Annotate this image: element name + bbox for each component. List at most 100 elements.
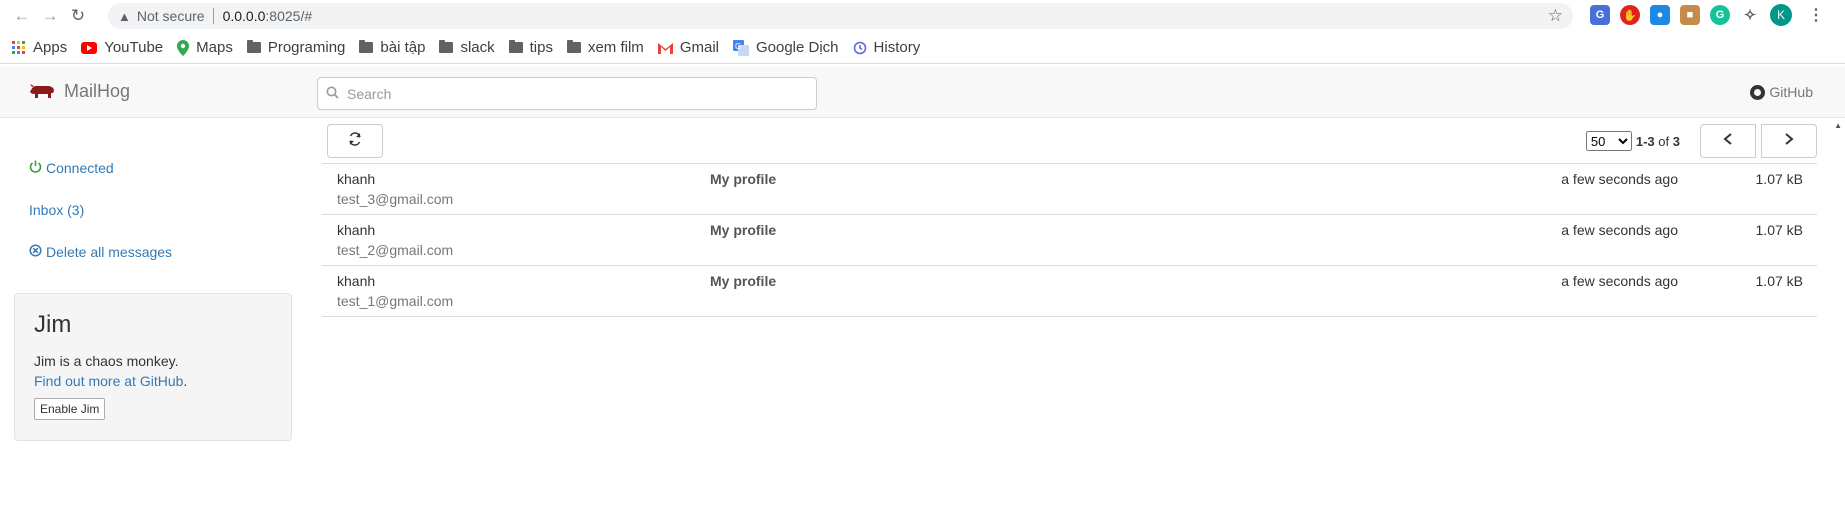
search-box[interactable]	[317, 77, 817, 110]
bookmark-label: bài tập	[380, 39, 426, 56]
message-email: test_1@gmail.com	[337, 293, 454, 309]
bookmark-apps[interactable]: Apps	[12, 39, 67, 56]
forward-arrow-icon[interactable]: →	[36, 2, 64, 30]
adblock-extension-icon[interactable]: ✋	[1620, 5, 1640, 25]
refresh-icon	[348, 131, 362, 151]
youtube-icon	[81, 41, 98, 54]
mailhog-navbar: MailHog GitHub	[0, 67, 1845, 118]
bookmark-maps[interactable]: Maps	[177, 39, 233, 56]
message-size: 1.07 kB	[1755, 273, 1803, 289]
bookmark-xem-film[interactable]: xem film	[566, 39, 644, 56]
bookmark-history[interactable]: History	[853, 39, 921, 56]
bookmark-star-icon[interactable]: ☆	[1548, 6, 1563, 26]
scroll-up-arrow-icon[interactable]: ▲	[1834, 121, 1842, 130]
browser-menu-icon[interactable]: ⋮	[1808, 5, 1824, 25]
previous-page-button[interactable]	[1700, 124, 1756, 158]
message-size: 1.07 kB	[1755, 222, 1803, 238]
inbox-label: Inbox (3)	[29, 202, 85, 218]
apps-grid-icon	[12, 40, 26, 55]
history-icon	[853, 41, 867, 55]
browser-toolbar: ← → ↻ ▲ Not secure 0.0.0.0:8025/# ☆ G ✋ …	[0, 0, 1845, 32]
bookmark-tips[interactable]: tips	[508, 39, 553, 56]
message-from: khanh	[337, 273, 376, 289]
translate-extension-icon[interactable]: G	[1590, 5, 1610, 25]
message-row[interactable]: khanh test_3@gmail.com My profile a few …	[322, 164, 1817, 215]
message-time: a few seconds ago	[1561, 222, 1678, 238]
gmail-icon	[657, 42, 673, 54]
range-of: of	[1658, 133, 1670, 149]
bookmark-label: xem film	[587, 39, 644, 56]
folder-icon	[508, 40, 523, 53]
bookmark-programing[interactable]: Programing	[246, 39, 346, 56]
bookmark-slack[interactable]: slack	[439, 39, 495, 56]
bookmark-label: YouTube	[104, 39, 164, 56]
dropper-extension-icon[interactable]: ●	[1650, 5, 1670, 25]
grammarly-extension-icon[interactable]: G	[1710, 5, 1730, 25]
bookmark-bai-tap[interactable]: bài tập	[359, 39, 425, 56]
message-list: khanh test_3@gmail.com My profile a few …	[322, 163, 1817, 317]
bookmark-label: Apps	[33, 39, 68, 56]
bookmark-label: Maps	[196, 39, 233, 56]
brand[interactable]: MailHog	[29, 81, 130, 102]
jim-github-link[interactable]: Find out more at GitHub	[34, 373, 183, 389]
divider	[212, 8, 214, 24]
chevron-left-icon	[1723, 132, 1733, 150]
refresh-button[interactable]	[327, 124, 383, 158]
inbox-link[interactable]: Inbox (3)	[29, 202, 84, 218]
github-icon	[1750, 84, 1766, 100]
google-translate-icon: G	[732, 39, 749, 56]
message-time: a few seconds ago	[1561, 171, 1678, 187]
bookmark-label: slack	[460, 39, 495, 56]
delete-all-label: Delete all messages	[46, 244, 173, 260]
next-page-button[interactable]	[1761, 124, 1817, 158]
delete-all-link[interactable]: Delete all messages	[29, 244, 172, 260]
url-host: 0.0.0.0	[222, 8, 266, 24]
enable-jim-button[interactable]: Enable Jim	[34, 398, 106, 420]
mailhog-logo-icon	[30, 83, 54, 98]
bookmark-google-dich[interactable]: G Google Dịch	[732, 39, 839, 56]
message-size: 1.07 kB	[1755, 171, 1803, 187]
chevron-right-icon	[1784, 132, 1794, 150]
jim-title: Jim	[34, 311, 72, 338]
folder-icon	[439, 40, 454, 53]
extensions-area: G ✋ ● ■ G ✧ K ⋮	[1590, 4, 1824, 26]
bookmark-youtube[interactable]: YouTube	[81, 39, 163, 56]
svg-text:G: G	[735, 42, 741, 51]
message-email: test_2@gmail.com	[337, 242, 454, 258]
bookmarks-bar: Apps YouTube Maps Programing bài tập sla…	[0, 32, 1845, 64]
bookmark-label: History	[873, 39, 921, 56]
message-subject: My profile	[710, 171, 777, 187]
search-input[interactable]	[347, 85, 807, 102]
pagination: 50 1-3 of 3	[1585, 124, 1817, 158]
back-arrow-icon[interactable]: ←	[8, 2, 36, 30]
puzzle-extensions-icon[interactable]: ✧	[1740, 5, 1760, 25]
github-link[interactable]: GitHub	[1750, 84, 1813, 100]
page-range: 1-3 of 3	[1636, 134, 1680, 149]
bookmark-gmail[interactable]: Gmail	[657, 39, 719, 56]
character-extension-icon[interactable]: ■	[1680, 5, 1700, 25]
folder-icon	[246, 40, 261, 53]
profile-avatar[interactable]: K	[1770, 4, 1792, 26]
range-value: 1-3	[1635, 133, 1655, 149]
jim-panel: Jim Jim is a chaos monkey. Find out more…	[14, 293, 292, 441]
message-toolbar: 50 1-3 of 3	[327, 124, 1817, 162]
address-bar[interactable]: ▲ Not secure 0.0.0.0:8025/# ☆	[108, 3, 1573, 29]
bookmark-label: Programing	[267, 39, 346, 56]
message-row[interactable]: khanh test_1@gmail.com My profile a few …	[322, 266, 1817, 317]
search-icon	[326, 86, 339, 102]
bookmark-label: Gmail	[679, 39, 719, 56]
folder-icon	[359, 40, 374, 53]
page-size-select[interactable]: 50	[1585, 131, 1632, 151]
warning-icon: ▲	[118, 8, 131, 24]
maps-icon	[177, 39, 190, 56]
remove-circle-icon	[29, 244, 42, 260]
message-subject: My profile	[710, 222, 777, 238]
message-row[interactable]: khanh test_2@gmail.com My profile a few …	[322, 215, 1817, 266]
folder-icon	[566, 40, 581, 53]
bookmark-label: tips	[529, 39, 553, 56]
github-label: GitHub	[1769, 84, 1813, 100]
jim-text: Jim is a chaos monkey.	[34, 353, 179, 369]
reload-icon[interactable]: ↻	[64, 2, 92, 30]
brand-name: MailHog	[64, 81, 131, 101]
connected-label: Connected	[46, 160, 114, 176]
